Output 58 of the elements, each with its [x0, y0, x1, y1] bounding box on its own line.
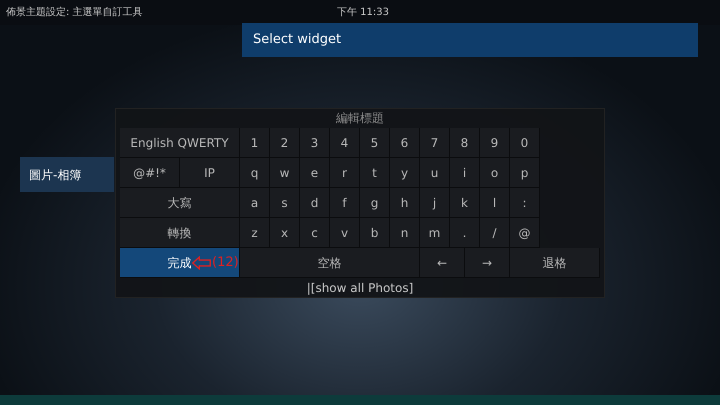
keyboard-key[interactable]: 0 — [510, 128, 540, 158]
keyboard-key[interactable]: o — [480, 158, 510, 188]
keyboard-key[interactable]: : — [510, 188, 540, 218]
keyboard-key[interactable]: 空格 — [240, 248, 420, 278]
keyboard-key[interactable]: → — [465, 248, 510, 278]
keyboard-key[interactable]: h — [390, 188, 420, 218]
keyboard-key[interactable]: g — [360, 188, 390, 218]
keyboard-key[interactable]: 8 — [450, 128, 480, 158]
keyboard-key[interactable]: p — [510, 158, 540, 188]
arrow-icon — [192, 256, 211, 270]
input-field[interactable]: |[show all Photos] — [116, 278, 604, 298]
annotation-label: (12) — [212, 254, 239, 272]
sidebar-item[interactable]: 圖片-相簿 — [20, 157, 114, 192]
keyboard-key[interactable]: e — [300, 158, 330, 188]
keyboard-key[interactable]: 5 — [360, 128, 390, 158]
keyboard-key[interactable]: @ — [510, 218, 540, 248]
keyboard-key[interactable]: English QWERTY — [120, 128, 240, 158]
keyboard-key[interactable]: f — [330, 188, 360, 218]
keyboard-key[interactable]: 1 — [240, 128, 270, 158]
keyboard-key[interactable]: t — [360, 158, 390, 188]
keyboard-key[interactable]: k — [450, 188, 480, 218]
keyboard-key[interactable]: w — [270, 158, 300, 188]
clock: 下午 11:33 — [337, 6, 389, 20]
keyboard-key[interactable]: l — [480, 188, 510, 218]
keyboard-key[interactable]: z — [240, 218, 270, 248]
keyboard-key[interactable]: a — [240, 188, 270, 218]
keyboard-key[interactable]: 7 — [420, 128, 450, 158]
keyboard-key[interactable]: d — [300, 188, 330, 218]
window-title: 佈景主題設定: 主選單自訂工具 — [6, 6, 143, 20]
keyboard-key[interactable]: v — [330, 218, 360, 248]
keyboard-key[interactable]: 2 — [270, 128, 300, 158]
dialog-title: 編輯標題 — [335, 110, 385, 127]
keyboard-key[interactable]: r — [330, 158, 360, 188]
keyboard-key[interactable]: @#!* — [120, 158, 180, 188]
keyboard-key[interactable]: 完成 (12) — [120, 248, 240, 278]
keyboard-key[interactable]: n — [390, 218, 420, 248]
keyboard-key[interactable]: b — [360, 218, 390, 248]
keyboard-key[interactable]: IP — [180, 158, 240, 188]
keyboard-key[interactable]: s — [270, 188, 300, 218]
keyboard-key[interactable]: ← — [420, 248, 465, 278]
keyboard-key[interactable]: m — [420, 218, 450, 248]
keyboard-key[interactable]: q — [240, 158, 270, 188]
keyboard-key[interactable]: 3 — [300, 128, 330, 158]
keyboard-key[interactable]: . — [450, 218, 480, 248]
keyboard-key[interactable]: x — [270, 218, 300, 248]
keyboard-key[interactable]: i — [450, 158, 480, 188]
keyboard-key[interactable]: 4 — [330, 128, 360, 158]
header-bar: Select widget — [242, 23, 698, 57]
keyboard-key[interactable]: y — [390, 158, 420, 188]
keyboard-key[interactable]: u — [420, 158, 450, 188]
keyboard-key[interactable]: 9 — [480, 128, 510, 158]
keyboard-key[interactable]: / — [480, 218, 510, 248]
keyboard-key[interactable]: 大寫 — [120, 188, 240, 218]
keyboard-key[interactable]: 6 — [390, 128, 420, 158]
keyboard-key[interactable]: 退格 — [510, 248, 600, 278]
keyboard-key[interactable]: j — [420, 188, 450, 218]
keyboard-key[interactable]: c — [300, 218, 330, 248]
keyboard-key[interactable]: 轉換 — [120, 218, 240, 248]
